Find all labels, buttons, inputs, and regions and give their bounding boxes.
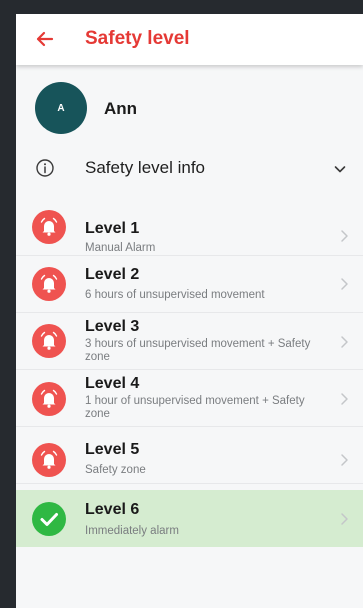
safety-level-row-4[interactable]: Level 4 1 hour of unsupervised movement … [16,370,363,427]
chevron-right-icon [339,229,349,243]
avatar: A [35,82,87,134]
safety-level-title: Level 4 [85,375,140,392]
chevron-right-icon [339,453,349,467]
safety-level-info-toggle[interactable]: Safety level info [16,149,363,199]
safety-level-row-6[interactable]: Level 6 Immediately alarm [16,490,363,547]
safety-level-row-3[interactable]: Level 3 3 hours of unsupervised movement… [16,313,363,370]
chevron-down-icon [333,162,347,176]
safety-level-title: Level 5 [85,441,140,458]
chevron-right-icon [339,512,349,526]
safety-level-title: Level 3 [85,318,140,335]
arrow-left-icon[interactable] [34,28,56,50]
safety-level-row-2[interactable]: Level 2 6 hours of unsupervised movement [16,256,363,313]
safety-level-info-label: Safety level info [85,158,206,177]
safety-level-description: Safety zone [85,464,146,476]
profile-name: Ann [104,99,138,118]
safety-level-title: Level 1 [85,220,140,237]
safety-level-description: Immediately alarm [85,525,179,537]
safety-level-description: 3 hours of unsupervised movement + Safet… [85,338,311,363]
bell-icon [32,443,66,477]
safety-level-description: 6 hours of unsupervised movement [85,289,265,301]
app-header: Safety level [16,14,363,65]
chevron-right-icon [339,392,349,406]
info-icon [35,158,55,178]
page-title: Safety level [85,28,190,49]
check-icon [32,502,66,536]
profile-section: A Ann [16,65,363,149]
safety-level-title: Level 2 [85,266,140,283]
safety-level-title: Level 6 [85,501,140,518]
chevron-right-icon [339,335,349,349]
bell-icon [32,382,66,416]
safety-level-row-1[interactable]: Level 1 Manual Alarm [16,199,363,256]
bell-icon [32,210,66,244]
safety-level-description: 1 hour of unsupervised movement + Safety… [85,395,305,420]
bell-icon [32,324,66,358]
app-screen: Safety level A Ann Safety level info Lev… [16,14,363,608]
safety-level-row-5[interactable]: Level 5 Safety zone [16,427,363,484]
safety-level-description: Manual Alarm [85,242,156,254]
chevron-right-icon [339,277,349,291]
bell-icon [32,267,66,301]
